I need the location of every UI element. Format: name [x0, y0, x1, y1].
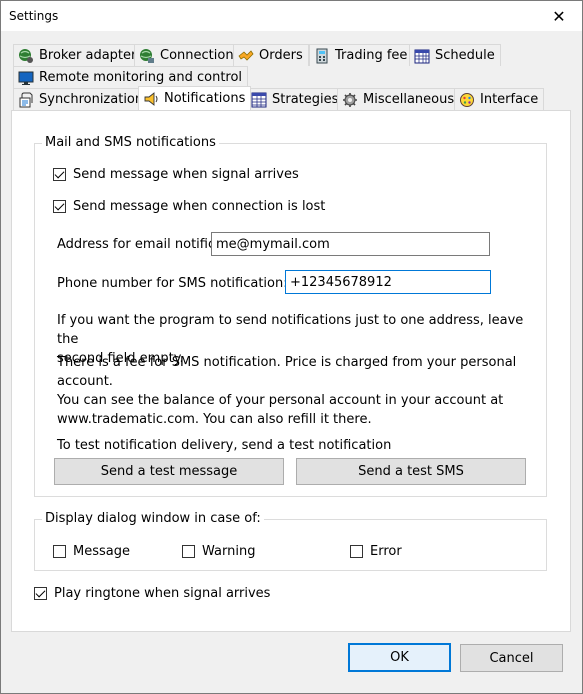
play-ringtone-checkbox[interactable]: Play ringtone when signal arrives — [34, 586, 270, 601]
tab-synchronization[interactable]: Synchronization — [13, 88, 150, 110]
tab-broker-adapter[interactable]: Broker adapter — [13, 44, 143, 66]
info-line: There is a fee for SMS notification. Pri… — [57, 355, 517, 370]
tab-label: Synchronization — [39, 92, 144, 107]
tab-label: Miscellaneous — [363, 92, 455, 107]
trading-fee-icon — [314, 48, 330, 64]
schedule-icon — [414, 48, 430, 64]
checkbox-label: Send message when signal arrives — [73, 167, 299, 182]
tab-label: Orders — [259, 48, 303, 63]
tab-label: Remote monitoring and control — [39, 70, 243, 85]
phone-label: Phone number for SMS notification: — [57, 276, 288, 291]
notifications-panel: Mail and SMS notifications Send message … — [11, 110, 571, 632]
tab-miscellaneous[interactable]: Miscellaneous — [337, 88, 461, 110]
synchronization-icon — [18, 92, 34, 108]
tab-label: Schedule — [435, 48, 495, 63]
interface-icon — [459, 92, 475, 108]
info-line: If you want the program to send notifica… — [57, 313, 524, 347]
tab-label: Interface — [480, 92, 539, 107]
group-title: Mail and SMS notifications — [42, 135, 219, 150]
remote-monitoring-icon — [18, 70, 34, 86]
checkbox-box[interactable] — [53, 545, 66, 558]
orders-icon — [238, 48, 254, 64]
tab-connection[interactable]: Connection — [134, 44, 240, 66]
miscellaneous-icon — [342, 92, 358, 108]
connection-icon — [139, 48, 155, 64]
email-label: Address for email notifica — [57, 237, 213, 252]
ok-button[interactable]: OK — [348, 643, 451, 672]
info-line: www.tradematic.com. You can also refill … — [57, 412, 372, 427]
tab-label: Strategies — [272, 92, 339, 107]
title-bar: Settings ✕ — [0, 0, 583, 31]
info-line: You can see the balance of your personal… — [57, 393, 504, 408]
window-title: Settings — [9, 9, 59, 23]
message-checkbox[interactable]: Message — [53, 544, 130, 559]
tab-schedule[interactable]: Schedule — [409, 44, 501, 66]
tab-label: Broker adapter — [39, 48, 137, 63]
warning-checkbox[interactable]: Warning — [182, 544, 255, 559]
tab-interface[interactable]: Interface — [454, 88, 545, 110]
cancel-button[interactable]: Cancel — [460, 644, 563, 672]
checkbox-box[interactable] — [53, 200, 66, 213]
checkbox-box[interactable] — [34, 587, 47, 600]
send-on-signal-checkbox[interactable]: Send message when signal arrives — [53, 167, 299, 182]
phone-field[interactable] — [285, 270, 491, 294]
tab-trading-fee[interactable]: Trading fee — [309, 44, 414, 66]
strategies-icon — [251, 92, 267, 108]
close-icon[interactable]: ✕ — [536, 1, 582, 32]
checkbox-label: Error — [370, 544, 402, 559]
tab-label: Notifications — [164, 91, 246, 106]
checkbox-box[interactable] — [350, 545, 363, 558]
checkbox-label: Play ringtone when signal arrives — [54, 586, 271, 601]
email-field[interactable] — [211, 232, 490, 256]
send-test-message-button[interactable]: Send a test message — [54, 458, 284, 485]
error-checkbox[interactable]: Error — [350, 544, 402, 559]
group-title: Display dialog window in case of: — [42, 511, 264, 526]
tab-remote-monitoring[interactable]: Remote monitoring and control — [13, 66, 249, 88]
checkbox-label: Warning — [202, 544, 256, 559]
notifications-icon — [143, 91, 159, 107]
tab-label: Connection — [160, 48, 234, 63]
checkbox-box[interactable] — [182, 545, 195, 558]
info-line: account. — [57, 374, 113, 389]
send-test-sms-button[interactable]: Send a test SMS — [296, 458, 526, 485]
checkbox-box[interactable] — [53, 168, 66, 181]
send-on-connection-lost-checkbox[interactable]: Send message when connection is lost — [53, 199, 325, 214]
checkbox-label: Message — [73, 544, 130, 559]
tab-label: Trading fee — [335, 48, 408, 63]
broker-adapter-icon — [18, 48, 34, 64]
checkbox-label: Send message when connection is lost — [73, 199, 326, 214]
tab-notifications[interactable]: Notifications — [138, 86, 252, 110]
info-sms-fee: There is a fee for SMS notification. Pri… — [57, 353, 537, 429]
tab-orders[interactable]: Orders — [233, 44, 309, 66]
tab-strategies[interactable]: Strategies — [246, 88, 345, 110]
test-instruction: To test notification delivery, send a te… — [57, 438, 392, 453]
